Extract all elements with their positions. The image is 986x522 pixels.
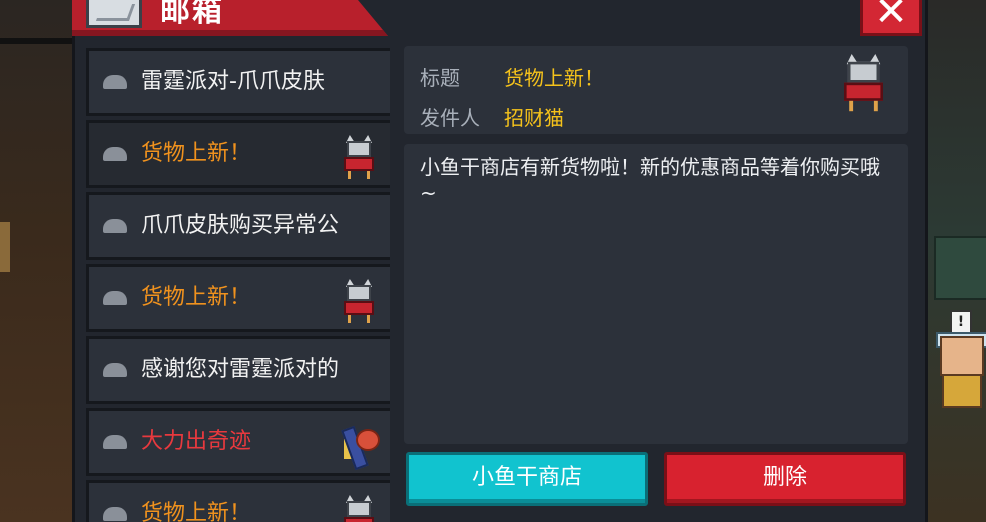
hammer-icon bbox=[341, 423, 380, 471]
sender-value: 招财猫 bbox=[504, 106, 564, 130]
sender-avatar-icon bbox=[844, 54, 896, 145]
mail-subject: 雷霆派对-爪爪皮肤 bbox=[141, 69, 325, 94]
envelope-icon bbox=[103, 363, 127, 377]
mail-icon bbox=[86, 0, 142, 28]
background-scene-right: ! bbox=[928, 0, 986, 522]
fish-shop-button[interactable]: 小鱼干商店 bbox=[406, 452, 648, 506]
envelope-icon bbox=[103, 435, 127, 449]
envelope-icon bbox=[103, 507, 127, 521]
close-button[interactable]: ✕ bbox=[860, 0, 922, 36]
background-scene-left bbox=[0, 0, 72, 522]
mail-list[interactable]: 雷霆派对-爪爪皮肤 货物上新！ 爪爪皮肤购买异常公 货物上新！ 感谢您对雷霆派对… bbox=[86, 44, 392, 522]
mail-subject: 感谢您对雷霆派对的 bbox=[141, 357, 340, 382]
mail-item[interactable]: 大力出奇迹 bbox=[86, 408, 390, 476]
mail-item[interactable]: 货物上新！ bbox=[86, 264, 390, 332]
envelope-icon bbox=[103, 147, 127, 161]
mail-item[interactable]: 货物上新！ bbox=[86, 480, 390, 522]
mail-item[interactable]: 感谢您对雷霆派对的 bbox=[86, 336, 390, 404]
delete-button[interactable]: 删除 bbox=[664, 452, 906, 506]
envelope-icon bbox=[103, 291, 127, 305]
lucky-cat-icon bbox=[344, 279, 374, 323]
lucky-cat-icon bbox=[344, 495, 374, 522]
mail-subject: 爪爪皮肤购买异常公 bbox=[141, 213, 340, 238]
mail-item[interactable]: 爪爪皮肤购买异常公 bbox=[86, 192, 390, 260]
mail-item-selected[interactable]: 货物上新！ bbox=[86, 120, 390, 188]
player-character: ! bbox=[932, 310, 986, 420]
envelope-icon bbox=[103, 75, 127, 89]
mail-item[interactable]: 雷霆派对-爪爪皮肤 bbox=[86, 48, 390, 116]
envelope-icon bbox=[103, 219, 127, 233]
sender-label: 发件人 bbox=[420, 106, 480, 130]
mail-header-panel: 标题 货物上新！ 发件人 招财猫 bbox=[404, 46, 908, 134]
mail-body-panel: 小鱼干商店有新货物啦！新的优惠商品等着你购买哦~ bbox=[404, 144, 908, 444]
dialog-title: 邮箱 bbox=[160, 0, 224, 29]
lucky-cat-icon bbox=[344, 135, 374, 179]
mail-body-text: 小鱼干商店有新货物啦！新的优惠商品等着你购买哦~ bbox=[420, 155, 880, 205]
title-label: 标题 bbox=[420, 66, 460, 90]
close-icon: ✕ bbox=[874, 0, 908, 35]
title-value: 货物上新！ bbox=[504, 66, 604, 90]
